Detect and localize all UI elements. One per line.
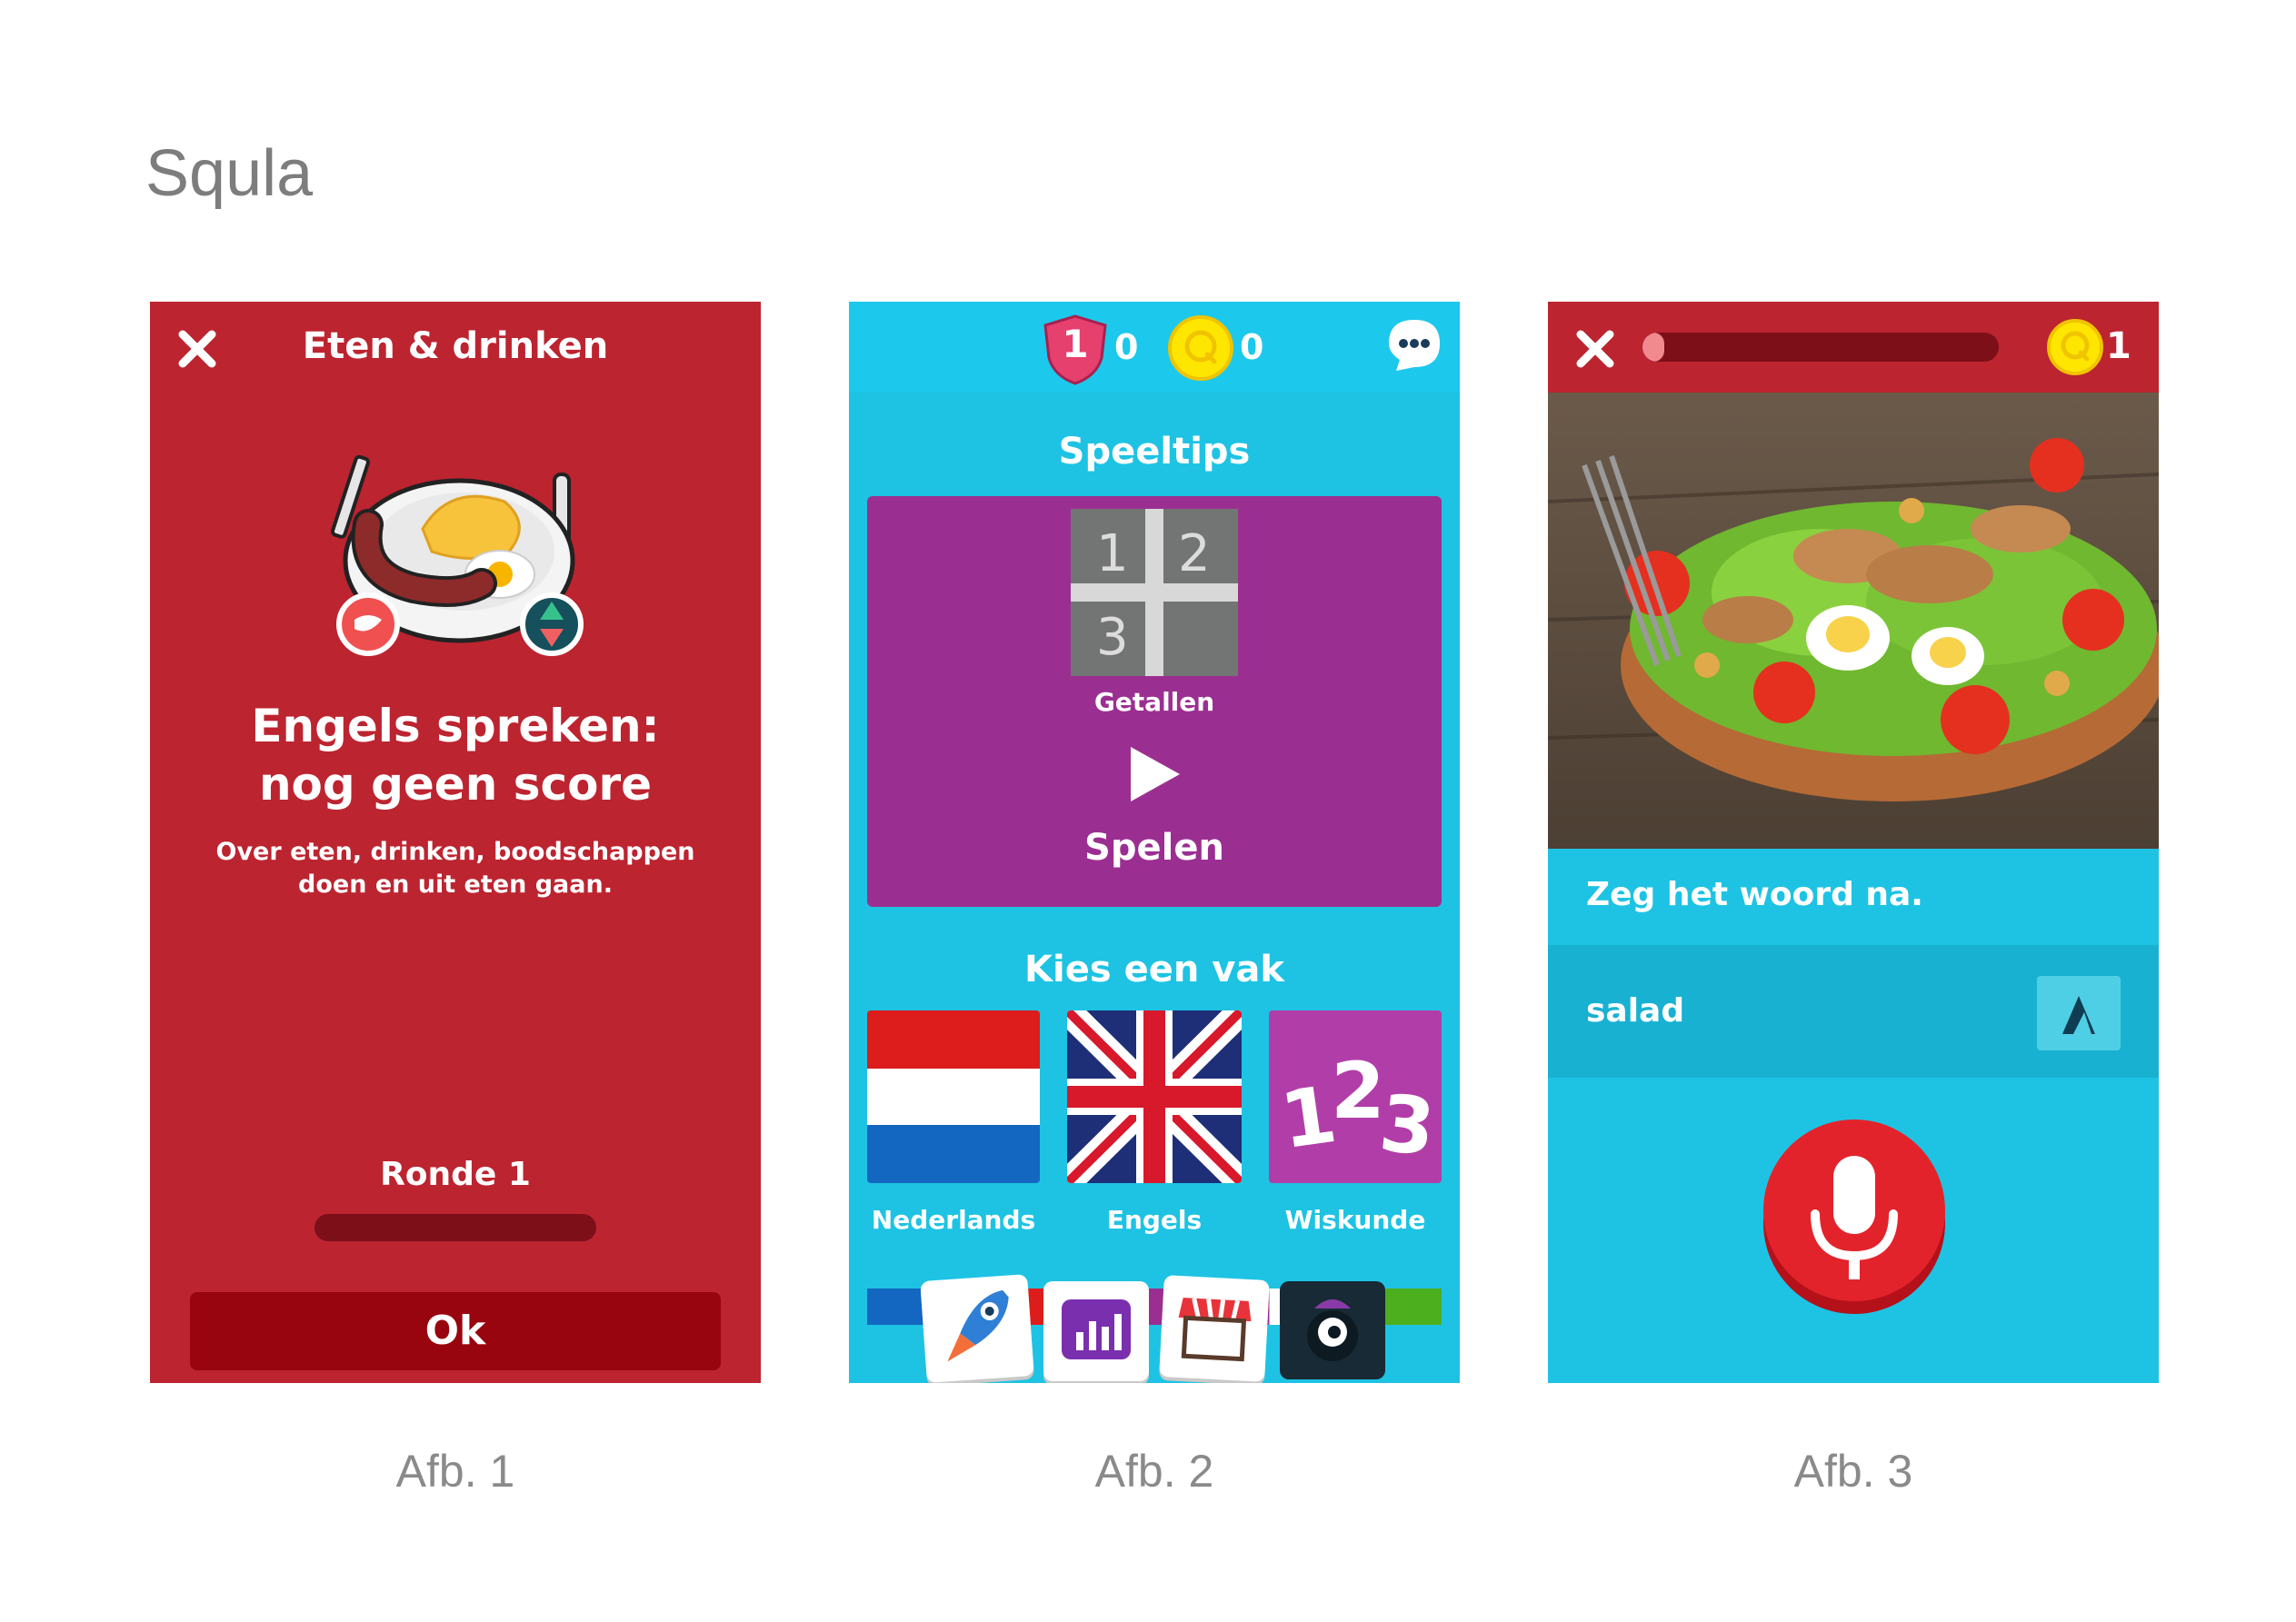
subject-label-nederlands: Nederlands [871,1205,1036,1235]
nav-rocket[interactable] [920,1274,1034,1383]
netherlands-flag-icon [867,1010,1040,1183]
coin-count: 1 [2106,325,2131,367]
nav-monster[interactable] [1280,1281,1385,1379]
round-progress-bar [314,1214,596,1241]
sound-button[interactable] [2037,976,2121,1050]
microphone-button[interactable] [1759,1119,1950,1319]
score-heading: Engels spreken: nog geen score [251,700,660,811]
close-icon[interactable] [175,327,219,371]
caption-2: Afb. 2 [1094,1446,1214,1497]
screen-3: 1 Zeg het woord na. salad [1548,302,2159,1383]
rocket-icon [947,1289,1009,1362]
instruction-text: Zeg het woord na. [1586,876,1923,913]
subject-tile-nederlands[interactable] [867,1010,1040,1183]
subject-label-engels: Engels [1106,1205,1203,1235]
numbers-123-icon: 1 2 3 [1275,1046,1439,1174]
page-title: Squla [145,137,314,210]
tip-label: Getallen [1093,687,1215,717]
play-label[interactable]: Spelen [867,827,1442,869]
close-icon[interactable] [1573,327,1617,371]
play-icon[interactable] [1127,745,1182,803]
coin-icon [1167,314,1234,382]
salad-photo [1548,393,2159,849]
tile-digit-1: 1 [1096,524,1129,583]
coin-score: 0 [1240,327,1264,367]
shop-icon [1178,1298,1252,1362]
screen-1: Eten & drinken Engels spreken: nog geen … [150,302,761,1383]
description-text: Over eten, drinken, boodschappen doen en… [215,838,695,899]
nav-stats[interactable] [1043,1281,1149,1381]
coin-icon [2046,318,2104,376]
shield-score: 0 [1114,327,1139,367]
subject-label-wiskunde: Wiskunde [1284,1205,1426,1235]
subject-tile-engels[interactable] [1067,1010,1242,1183]
speeltips-title: Speeltips [1058,431,1251,473]
top-bar [849,302,1460,393]
microphone-icon [1763,1119,1945,1314]
union-jack-flag-icon [1067,1010,1242,1183]
tile-digit-2: 2 [1178,524,1211,583]
getallen-thumbnail: 1 2 3 [1071,509,1238,676]
caption-3: Afb. 3 [1793,1446,1913,1497]
header-title: Eten & drinken [302,325,609,367]
subject-tile-wiskunde[interactable]: 1 2 3 [1269,1010,1442,1183]
tile-digit-3: 3 [1096,608,1129,667]
wiskunde-digit-3: 3 [1375,1078,1439,1174]
target-word: salad [1586,992,1685,1030]
screen-2: 1 0 0 Speeltips 1 2 3 Getallen Spelen Ki… [849,302,1460,1383]
question-progress-bar [1642,333,1999,362]
round-label: Ronde 1 [380,1156,531,1193]
food-illustration [314,438,604,674]
caption-1: Afb. 1 [395,1446,515,1497]
chat-icon[interactable] [1385,316,1443,374]
ok-button[interactable]: Ok [190,1292,721,1370]
stats-icon [1062,1299,1131,1359]
wiskunde-digit-2: 2 [1331,1046,1385,1137]
subjects-title: Kies een vak [1024,949,1284,990]
sound-wave-icon [2062,996,2095,1034]
shield-count: 1 [1062,322,1089,366]
nav-shop[interactable] [1159,1275,1270,1382]
monster-icon [1307,1299,1358,1361]
